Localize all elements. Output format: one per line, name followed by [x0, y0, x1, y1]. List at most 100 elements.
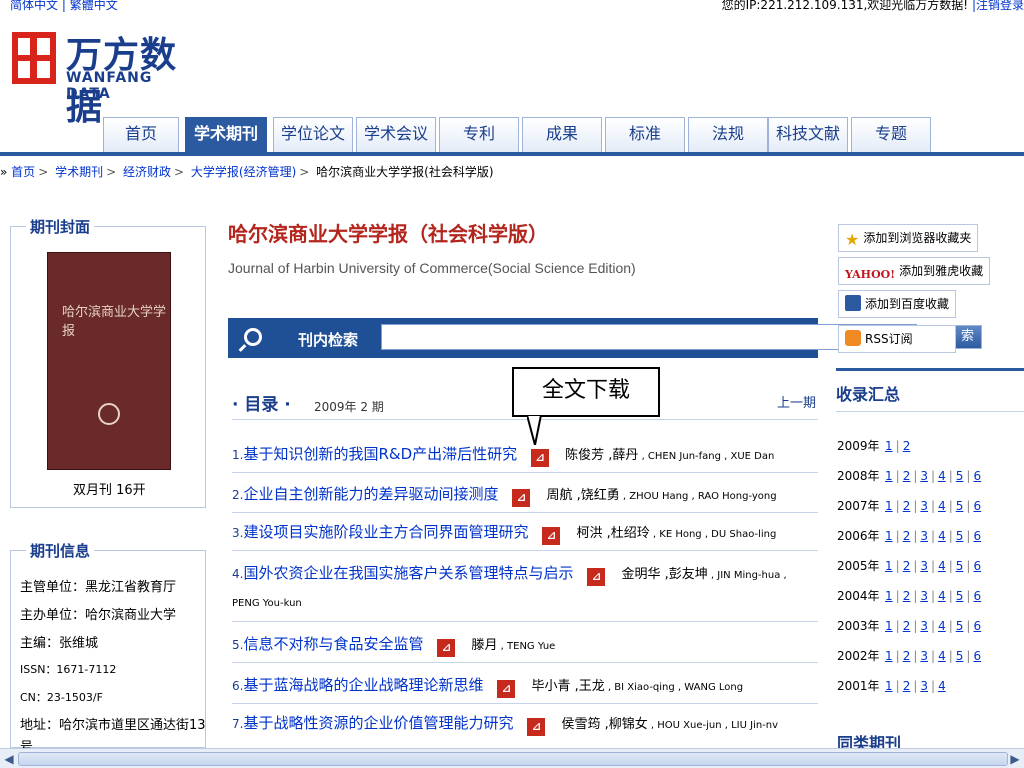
issue-separator: | — [966, 649, 971, 663]
article-title-link[interactable]: 国外农资企业在我国实施客户关系管理特点与启示 — [243, 564, 573, 582]
issue-link[interactable]: 5 — [956, 559, 964, 573]
previous-issue-link[interactable]: 上一期 — [777, 392, 816, 411]
issue-link[interactable]: 1 — [885, 589, 893, 603]
pdf-download-icon[interactable]: ⊿ — [437, 639, 456, 657]
issue-link[interactable]: 1 — [885, 559, 893, 573]
issue-link[interactable]: 6 — [973, 619, 981, 633]
logout-link[interactable]: |注销登录 — [972, 0, 1024, 12]
issue-link[interactable]: 1 — [885, 499, 893, 513]
issue-link[interactable]: 2 — [903, 529, 911, 543]
issue-link[interactable]: 4 — [938, 619, 946, 633]
issue-separator: | — [948, 589, 953, 603]
article-title-link[interactable]: 基于蓝海战略的企业战略理论新思维 — [243, 676, 483, 694]
issue-link[interactable]: 5 — [956, 499, 964, 513]
lang-simplified-link[interactable]: 简体中文 — [10, 0, 58, 12]
breadcrumb-home[interactable]: 首页 — [11, 165, 35, 179]
issue-link[interactable]: 1 — [885, 619, 893, 633]
issue-link[interactable]: 4 — [938, 649, 946, 663]
issue-link[interactable]: 2 — [903, 619, 911, 633]
issue-link[interactable]: 3 — [920, 619, 928, 633]
issue-link[interactable]: 5 — [956, 649, 964, 663]
scroll-right-icon[interactable]: ▶ — [1007, 751, 1023, 767]
issue-link[interactable]: 3 — [920, 529, 928, 543]
lang-traditional-link[interactable]: 繁體中文 — [70, 0, 118, 12]
issue-link[interactable]: 2 — [903, 589, 911, 603]
issue-link[interactable]: 6 — [973, 499, 981, 513]
issue-link[interactable]: 5 — [956, 619, 964, 633]
pdf-download-icon[interactable]: ⊿ — [497, 680, 516, 698]
tab-standards[interactable]: 标准 — [605, 117, 685, 153]
article-title-link[interactable]: 基于战略性资源的企业价值管理能力研究 — [243, 714, 513, 732]
scroll-left-icon[interactable]: ◀ — [1, 751, 17, 767]
tab-regulations[interactable]: 法规 — [688, 117, 768, 153]
issue-link[interactable]: 1 — [885, 679, 893, 693]
add-browser-favorite-button[interactable]: ★ 添加到浏览器收藏夹 — [838, 224, 979, 252]
issue-link[interactable]: 3 — [920, 469, 928, 483]
issue-link[interactable]: 5 — [956, 529, 964, 543]
search-input[interactable] — [381, 324, 917, 350]
issue-link[interactable]: 2 — [903, 679, 911, 693]
article-title-link[interactable]: 信息不对称与食品安全监管 — [243, 635, 423, 653]
issue-link[interactable]: 4 — [938, 679, 946, 693]
issue-link[interactable]: 2 — [903, 499, 911, 513]
pdf-download-icon[interactable]: ⊿ — [587, 568, 606, 586]
tab-theses[interactable]: 学位论文 — [273, 117, 353, 153]
issue-link[interactable]: 5 — [956, 589, 964, 603]
issue-link[interactable]: 1 — [885, 649, 893, 663]
pdf-download-icon[interactable]: ⊿ — [542, 527, 561, 545]
issue-link[interactable]: 6 — [973, 649, 981, 663]
add-yahoo-button[interactable]: YAHOO! 添加到雅虎收藏 — [838, 257, 991, 285]
tab-achievements[interactable]: 成果 — [522, 117, 602, 153]
issue-link[interactable]: 6 — [973, 589, 981, 603]
issue-link[interactable]: 1 — [885, 469, 893, 483]
wanfang-logo[interactable]: 万方数据 WANFANG DATA — [12, 28, 202, 128]
issue-link[interactable]: 3 — [920, 559, 928, 573]
article-title-link[interactable]: 企业自主创新能力的差异驱动间接测度 — [243, 485, 498, 503]
issue-link[interactable]: 6 — [973, 529, 981, 543]
issue-link[interactable]: 6 — [973, 559, 981, 573]
tab-topics[interactable]: 专题 — [851, 117, 931, 153]
issue-link[interactable]: 3 — [920, 679, 928, 693]
breadcrumb-university-journals[interactable]: 大学学报(经济管理) — [191, 165, 296, 179]
issue-link[interactable]: 3 — [920, 499, 928, 513]
tab-patents[interactable]: 专利 — [439, 117, 519, 153]
archive-year: 2008年 — [837, 469, 880, 483]
issue-link[interactable]: 2 — [903, 559, 911, 573]
article-title-link[interactable]: 建设项目实施阶段业主方合同界面管理研究 — [243, 523, 528, 541]
tab-journals[interactable]: 学术期刊 — [185, 117, 267, 153]
issue-link[interactable]: 1 — [885, 529, 893, 543]
scrollbar-thumb[interactable] — [18, 752, 1008, 766]
issue-separator: | — [931, 559, 936, 573]
issue-link[interactable]: 6 — [973, 469, 981, 483]
issue-link[interactable]: 1 — [885, 439, 893, 453]
tab-conferences[interactable]: 学术会议 — [356, 117, 436, 153]
pdf-download-icon[interactable]: ⊿ — [527, 718, 546, 736]
breadcrumb-economy[interactable]: 经济财政 — [123, 165, 171, 179]
article-title-link[interactable]: 基于知识创新的我国R&D产出滞后性研究 — [243, 445, 517, 463]
issue-link[interactable]: 2 — [903, 469, 911, 483]
rss-subscribe-button[interactable]: RSS订阅 — [838, 325, 956, 353]
issue-separator: | — [966, 469, 971, 483]
issue-link[interactable]: 4 — [938, 469, 946, 483]
issue-link[interactable]: 3 — [920, 589, 928, 603]
journal-cover-image[interactable]: 哈尔滨商业大学学报 — [47, 252, 171, 470]
pdf-download-icon[interactable]: ⊿ — [512, 489, 531, 507]
issue-link[interactable]: 4 — [938, 589, 946, 603]
tab-home[interactable]: 首页 — [103, 117, 179, 153]
pdf-download-icon[interactable]: ⊿ — [531, 449, 550, 467]
issue-link[interactable]: 5 — [956, 469, 964, 483]
issue-link[interactable]: 4 — [938, 529, 946, 543]
tab-sci-literature[interactable]: 科技文献 — [768, 117, 848, 153]
issue-separator: | — [895, 439, 900, 453]
horizontal-scrollbar[interactable]: ◀ ▶ — [0, 748, 1024, 768]
issue-link[interactable]: 3 — [920, 649, 928, 663]
info-issn: ISSN：1671-7112 — [20, 663, 117, 676]
issue-link[interactable]: 4 — [938, 559, 946, 573]
archive-year-row: 2007年 1 | 2 | 3 | 4 | 5 | 6 — [837, 497, 981, 514]
issue-link[interactable]: 2 — [903, 649, 911, 663]
issue-separator: | — [895, 499, 900, 513]
breadcrumb-journals[interactable]: 学术期刊 — [55, 165, 103, 179]
issue-link[interactable]: 4 — [938, 499, 946, 513]
issue-link[interactable]: 2 — [903, 439, 911, 453]
add-baidu-button[interactable]: 添加到百度收藏 — [838, 290, 957, 318]
